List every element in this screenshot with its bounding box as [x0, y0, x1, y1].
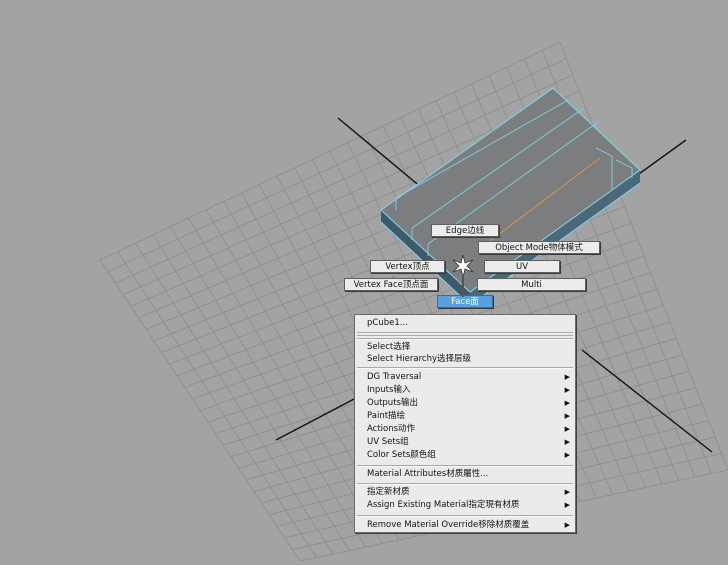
submenu-arrow-icon: ▶ [564, 501, 570, 509]
menu-separator [357, 515, 573, 517]
menu-separator [357, 465, 573, 467]
menu-item-actions[interactable]: Actions动作 ▶ [355, 423, 575, 435]
menu-item-assign-existing-material[interactable]: Assign Existing Material指定現有材质 ▶ [355, 499, 575, 511]
perspective-viewport[interactable]: Edge边线 Object Mode物体模式 Vertex顶点 UV Verte… [0, 0, 728, 562]
submenu-arrow-icon: ▶ [564, 451, 570, 459]
menu-separator [357, 332, 573, 336]
menu-item-select[interactable]: Select选择 [355, 341, 575, 353]
menu-item-outputs[interactable]: Outputs输出 ▶ [355, 397, 575, 409]
submenu-arrow-icon: ▶ [564, 386, 570, 394]
menu-item-uv-sets[interactable]: UV Sets组 ▶ [355, 436, 575, 448]
menu-item-label: 指定新材质 [367, 487, 410, 497]
submenu-arrow-icon: ▶ [564, 373, 570, 381]
marking-menu-vertex-face[interactable]: Vertex Face顶点面 [344, 278, 438, 291]
submenu-arrow-icon: ▶ [564, 521, 570, 529]
menu-item-label: Color Sets颜色组 [367, 450, 436, 460]
menu-separator [357, 338, 573, 340]
menu-item-assign-new-material[interactable]: 指定新材质 ▶ [355, 486, 575, 498]
context-menu: pCube1... Select选择 Select Hierarchy选择层级 … [354, 314, 576, 533]
submenu-arrow-icon: ▶ [564, 412, 570, 420]
marking-menu-center-icon [452, 255, 474, 277]
menu-item-dg-traversal[interactable]: DG Traversal ▶ [355, 371, 575, 383]
menu-item-remove-material-override[interactable]: Remove Material Override移除材质覆盖 ▶ [355, 519, 575, 531]
marking-menu-multi[interactable]: Multi [477, 278, 586, 291]
menu-item-label: Actions动作 [367, 424, 416, 434]
menu-item-label: Inputs输入 [367, 385, 411, 395]
menu-separator [357, 367, 573, 369]
marking-menu-stem [462, 275, 464, 297]
menu-item-color-sets[interactable]: Color Sets颜色组 ▶ [355, 449, 575, 461]
menu-item-inputs[interactable]: Inputs输入 ▶ [355, 384, 575, 396]
submenu-arrow-icon: ▶ [564, 488, 570, 496]
menu-item-label: Outputs输出 [367, 398, 418, 408]
menu-item-object-name[interactable]: pCube1... [355, 317, 575, 329]
marking-menu-edge[interactable]: Edge边线 [431, 224, 499, 237]
menu-item-label: Paint描绘 [367, 411, 406, 421]
menu-item-label: UV Sets组 [367, 437, 409, 447]
menu-item-select-hierarchy[interactable]: Select Hierarchy选择层级 [355, 353, 575, 365]
marking-menu-vertex[interactable]: Vertex顶点 [370, 260, 445, 273]
menu-separator [357, 483, 573, 485]
marking-menu-uv[interactable]: UV [484, 260, 560, 273]
menu-item-label: Remove Material Override移除材质覆盖 [367, 520, 530, 530]
marking-menu-object-mode[interactable]: Object Mode物体模式 [478, 241, 600, 254]
submenu-arrow-icon: ▶ [564, 399, 570, 407]
submenu-arrow-icon: ▶ [564, 438, 570, 446]
menu-item-label: Assign Existing Material指定現有材质 [367, 500, 520, 510]
submenu-arrow-icon: ▶ [564, 425, 570, 433]
menu-item-label: DG Traversal [367, 372, 422, 382]
menu-item-paint[interactable]: Paint描绘 ▶ [355, 410, 575, 422]
menu-item-material-attributes[interactable]: Material Attributes材质屬性... [355, 468, 575, 480]
